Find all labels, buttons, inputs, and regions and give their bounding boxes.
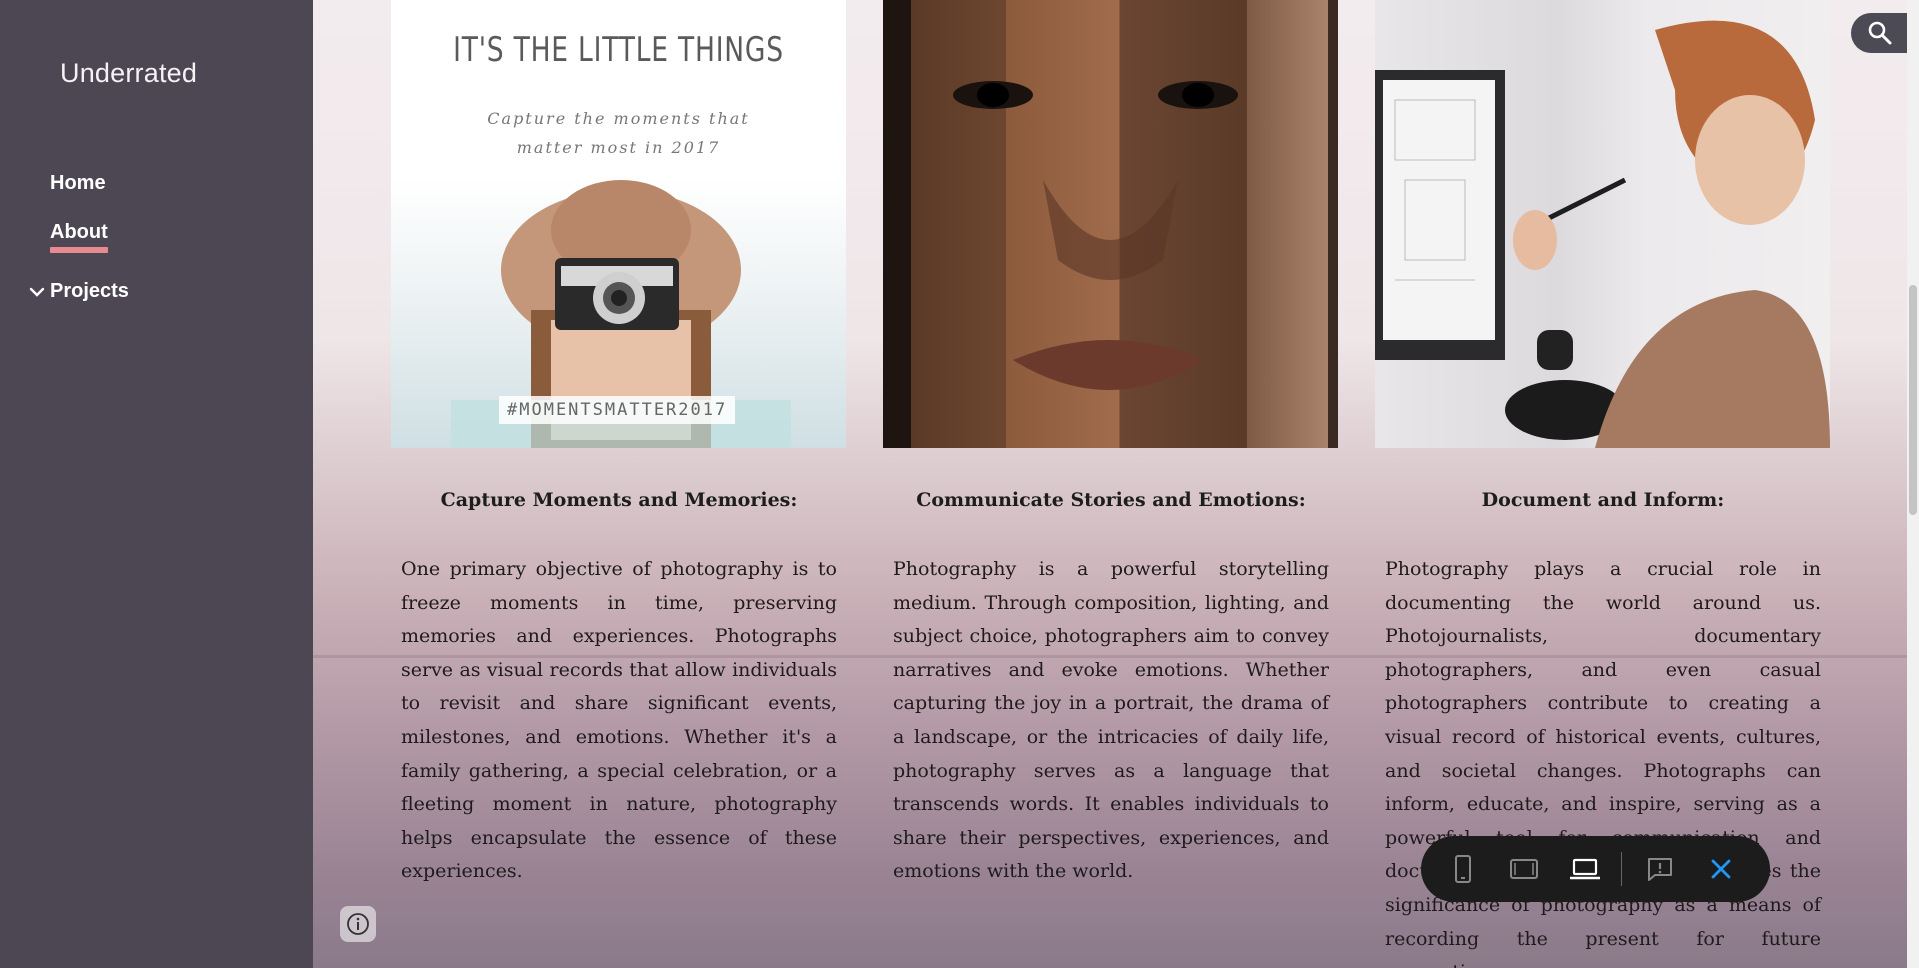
- report-icon: [1648, 858, 1672, 881]
- info-button[interactable]: [340, 906, 376, 942]
- poster-subtitle: Capture the moments that matter most in …: [487, 109, 750, 157]
- active-underline: [50, 247, 108, 253]
- phone-view-button[interactable]: [1443, 849, 1483, 889]
- nav-item-about[interactable]: About: [50, 221, 108, 253]
- column-body: One primary objective of photography is …: [401, 558, 837, 883]
- poster-hashtag: #MOMENTSMATTER2017: [499, 396, 736, 424]
- poster-title: IT'S THE LITTLE THINGS: [453, 30, 784, 70]
- nav-item-projects[interactable]: Projects: [27, 280, 129, 303]
- column-document: Document and Inform: Photography plays a…: [1375, 0, 1831, 968]
- woman-writing-illustration: [1375, 20, 1830, 448]
- info-icon: [347, 913, 369, 935]
- tablet-icon: [1510, 859, 1538, 879]
- main-content: IT'S THE LITTLE THINGS Capture the momen…: [313, 0, 1907, 968]
- column-body: Photography plays a crucial role in docu…: [1385, 558, 1821, 968]
- laptop-icon: [1570, 858, 1600, 880]
- column-heading: Document and Inform:: [1481, 489, 1725, 511]
- tablet-view-button[interactable]: [1504, 849, 1544, 889]
- nav-item-about-label: About: [50, 221, 108, 243]
- close-icon: [1711, 859, 1731, 879]
- scrollbar-thumb[interactable]: [1909, 285, 1917, 515]
- site-title[interactable]: Underrated: [60, 58, 197, 89]
- laptop-view-button[interactable]: [1565, 849, 1605, 889]
- chevron-down-icon[interactable]: [27, 282, 47, 302]
- report-button[interactable]: [1640, 849, 1680, 889]
- faces-illustration: [883, 0, 1338, 448]
- toolbar-divider: [1621, 852, 1622, 886]
- woman-writing-image: [1375, 0, 1830, 448]
- poster-image: IT'S THE LITTLE THINGS Capture the momen…: [391, 0, 846, 448]
- column-capture: IT'S THE LITTLE THINGS Capture the momen…: [391, 0, 847, 889]
- column-communicate: Communicate Stories and Emotions: Photog…: [883, 0, 1339, 889]
- close-preview-button[interactable]: [1701, 849, 1741, 889]
- nav-item-projects-label: Projects: [50, 280, 129, 302]
- search-button[interactable]: [1851, 13, 1909, 53]
- column-heading: Capture Moments and Memories:: [440, 489, 798, 511]
- sidebar: Underrated Home About Projects: [0, 0, 313, 968]
- faces-collage-image: [883, 0, 1338, 448]
- phone-icon: [1455, 855, 1471, 883]
- search-icon: [1868, 21, 1892, 45]
- nav-item-home[interactable]: Home: [50, 172, 106, 195]
- preview-toolbar: [1421, 836, 1770, 902]
- column-body: Photography is a powerful storytelling m…: [893, 558, 1329, 883]
- column-heading: Communicate Stories and Emotions:: [916, 489, 1306, 511]
- page-scrollbar[interactable]: [1907, 0, 1919, 968]
